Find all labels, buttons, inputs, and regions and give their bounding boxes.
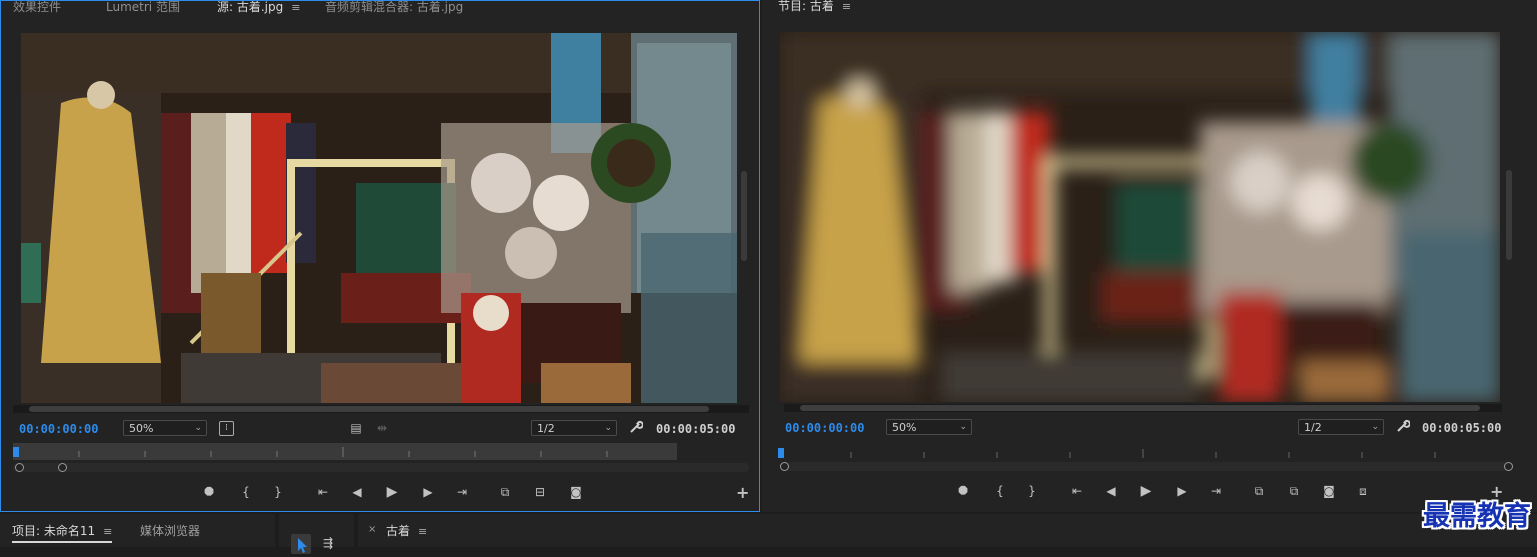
source-zoom-value: 50% [129,422,154,435]
program-video-frame[interactable] [780,32,1500,402]
program-zoom-handle-right[interactable] [1504,462,1513,471]
fit-clip-icon[interactable]: ⁞ [219,421,234,436]
source-tab-bar: 效果控件 Lumetri 范围 源: 古着.jpg ≡ 音频剪辑混合器: 古着.j… [1,1,759,15]
overwrite-button[interactable]: ⊟ [531,485,549,499]
program-monitor-panel: 节目: 古着 ≡ 00:00:00:00 50% ⌄ 1/2 ⌄ 00:00:0… [762,0,1537,512]
button-editor-add-icon[interactable]: + [736,483,749,502]
tab-menu-icon[interactable]: ≡ [103,525,112,538]
tab-source[interactable]: 源: 古着.jpg ≡ [217,1,300,15]
step-back-button[interactable]: ◀ [348,485,366,499]
source-monitor-panel: 效果控件 Lumetri 范围 源: 古着.jpg ≡ 音频剪辑混合器: 古着.j… [0,0,760,512]
add-marker-button[interactable]: ⯃ [954,484,972,498]
go-to-in-button[interactable]: ⇤ [1068,484,1086,498]
source-zoom-handle-left[interactable] [15,463,24,472]
tools-panel: ⇶ [279,514,354,554]
tab-program[interactable]: 节目: 古着 ≡ [778,0,851,13]
source-horizontal-scrollbar[interactable] [13,405,749,413]
project-panel: 项目: 未命名11 ≡ 媒体浏览器 [0,514,275,547]
tab-menu-icon[interactable]: ≡ [842,0,851,13]
go-to-in-button[interactable]: ⇤ [314,485,332,499]
mark-out-button[interactable]: } [269,485,287,499]
source-zoom-bar[interactable] [13,463,749,472]
source-resolution-select[interactable]: 1/2 ⌄ [531,420,617,436]
tab-effect-controls[interactable]: 效果控件 [13,1,61,13]
program-zoom-value: 50% [892,421,917,434]
program-vertical-scrollbar[interactable] [1506,170,1512,260]
wrench-icon[interactable] [1394,419,1412,436]
drag-video-icon[interactable]: ▤ [349,421,363,435]
source-scroll-thumb[interactable] [29,406,709,412]
go-to-out-button[interactable]: ⇥ [1207,484,1225,498]
mark-in-button[interactable]: { [991,484,1009,498]
step-forward-button[interactable]: ▶ [419,485,437,499]
source-zoom-select[interactable]: 50% ⌄ [123,420,207,436]
tab-source-label: 源: 古着.jpg [217,1,284,14]
source-video-frame[interactable] [21,33,737,403]
comparison-view-button[interactable]: ⧈ [1354,484,1372,498]
play-button[interactable]: ▶ [383,485,401,499]
play-button[interactable]: ▶ [1137,484,1155,498]
step-forward-button[interactable]: ▶ [1173,484,1191,498]
tab-menu-icon[interactable]: ≡ [291,1,300,14]
watermark-logo: 最需教育 [1423,501,1531,532]
chevron-down-icon: ⌄ [959,422,967,432]
program-current-timecode[interactable]: 00:00:00:00 [785,421,864,435]
tab-project[interactable]: 项目: 未命名11 ≡ [12,522,113,543]
program-tab-bar: 节目: 古着 ≡ [762,0,1537,14]
tab-audio-clip-mixer[interactable]: 音频剪辑混合器: 古着.jpg [325,1,463,13]
source-vertical-scrollbar[interactable] [741,171,747,261]
source-playhead[interactable] [13,447,19,457]
tab-lumetri-scopes[interactable]: Lumetri 范围 [106,1,180,13]
chevron-down-icon: ⌄ [604,423,612,433]
tab-menu-icon[interactable]: ≡ [418,525,427,538]
add-marker-button[interactable]: ⯃ [200,485,218,499]
chevron-down-icon: ⌄ [1371,422,1379,432]
export-frame-button[interactable]: ◙ [567,485,585,499]
source-duration-timecode: 00:00:05:00 [656,422,736,436]
tab-sequence-label: 古着 [386,524,411,538]
drag-audio-icon[interactable]: ⇹ [373,421,391,435]
program-duration-timecode: 00:00:05:00 [1422,421,1502,435]
extract-button[interactable]: ⧉ [1285,484,1303,498]
program-resolution-value: 1/2 [1304,421,1322,434]
program-zoom-handle-left[interactable] [780,462,789,471]
mark-out-button[interactable]: } [1023,484,1041,498]
close-icon[interactable]: × [368,524,376,535]
source-frame-image [21,33,737,403]
tab-program-label: 节目: 古着 [778,0,834,13]
source-time-ruler[interactable] [13,443,677,460]
program-scroll-thumb[interactable] [800,405,1480,411]
insert-button[interactable]: ⧉ [496,485,514,499]
program-zoom-select[interactable]: 50% ⌄ [886,419,972,435]
tab-media-browser[interactable]: 媒体浏览器 [140,522,200,539]
wrench-icon[interactable] [627,420,645,437]
chevron-down-icon: ⌄ [194,423,202,433]
tab-project-label: 项目: 未命名11 [12,524,96,538]
program-time-ruler[interactable] [778,446,1508,463]
selection-tool-button[interactable] [291,534,311,554]
program-frame-image [780,32,1500,402]
track-select-tool-button[interactable]: ⇶ [323,536,333,550]
source-resolution-value: 1/2 [537,422,555,435]
lift-button[interactable]: ⧉ [1250,484,1268,498]
timeline-panel: × 古着 ≡ [358,514,1537,547]
source-current-timecode[interactable]: 00:00:00:00 [19,422,98,436]
step-back-button[interactable]: ◀ [1102,484,1120,498]
mark-in-button[interactable]: { [237,485,255,499]
program-playhead[interactable] [778,448,784,458]
program-resolution-select[interactable]: 1/2 ⌄ [1298,419,1384,435]
program-horizontal-scrollbar[interactable] [784,404,1502,412]
source-zoom-handle-right[interactable] [58,463,67,472]
export-frame-button[interactable]: ◙ [1320,484,1338,498]
go-to-out-button[interactable]: ⇥ [453,485,471,499]
program-zoom-bar[interactable] [780,462,1512,471]
tab-sequence[interactable]: 古着 ≡ [386,522,427,539]
